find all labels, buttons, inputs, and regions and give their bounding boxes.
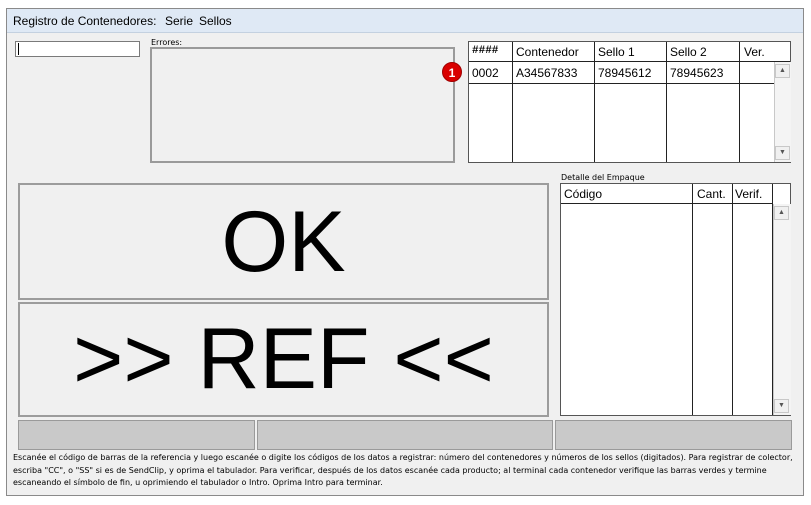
errors-text xyxy=(152,49,453,55)
table-row-seal1[interactable]: 78945612 xyxy=(598,66,651,80)
col-seal2-header: Sello 2 xyxy=(670,45,707,59)
table-row-num[interactable]: 0002 xyxy=(472,66,499,80)
menu-item-serie[interactable]: Serie xyxy=(165,14,193,28)
detail-scroll-up-icon[interactable]: ▲ xyxy=(774,206,789,220)
status-bar-3 xyxy=(555,420,792,450)
table-row-seal2[interactable]: 78945623 xyxy=(670,66,723,80)
text-caret xyxy=(18,43,19,55)
errors-box xyxy=(150,47,455,163)
menu-item-sellos[interactable]: Sellos xyxy=(199,14,232,28)
status-bar-1 xyxy=(18,420,255,450)
status-ref-text: >> REF << xyxy=(73,311,494,407)
menu-title[interactable]: Registro de Contenedores: xyxy=(13,14,156,28)
scroll-down-icon[interactable]: ▼ xyxy=(775,146,790,160)
col-qty-header: Cant. xyxy=(697,187,726,201)
errors-label: Errores: xyxy=(151,38,183,47)
detail-label: Detalle del Empaque xyxy=(561,173,645,182)
status-ok-text: OK xyxy=(221,194,346,290)
col-verif-header: Verif. xyxy=(735,187,763,201)
containers-table[interactable]: #### Contenedor Sello 1 Sello 2 Ver. 000… xyxy=(468,41,791,163)
detail-table[interactable]: Código Cant. Verif. ▲ ▼ xyxy=(560,183,791,416)
detail-scrollbar[interactable]: ▲ ▼ xyxy=(773,204,791,415)
col-container-header: Contenedor xyxy=(516,45,579,59)
status-bar-2 xyxy=(257,420,553,450)
col-code-header: Código xyxy=(564,187,603,201)
col-ver-header: Ver. xyxy=(744,45,765,59)
help-text: Escanée el código de barras de la refere… xyxy=(13,453,793,487)
row-count-badge: 1 xyxy=(442,62,462,82)
status-ref-panel: >> REF << xyxy=(18,302,549,417)
detail-scroll-down-icon[interactable]: ▼ xyxy=(774,399,789,413)
status-ok-panel: OK xyxy=(18,183,549,300)
table-row-container[interactable]: A34567833 xyxy=(516,66,577,80)
scroll-up-icon[interactable]: ▲ xyxy=(775,64,790,78)
col-seal1-header: Sello 1 xyxy=(598,45,635,59)
scan-input[interactable] xyxy=(15,41,140,57)
col-number-header: #### xyxy=(472,45,499,57)
table-scrollbar[interactable]: ▲ ▼ xyxy=(774,62,791,162)
menu-bar: Registro de Contenedores: Serie Sellos xyxy=(7,9,803,33)
